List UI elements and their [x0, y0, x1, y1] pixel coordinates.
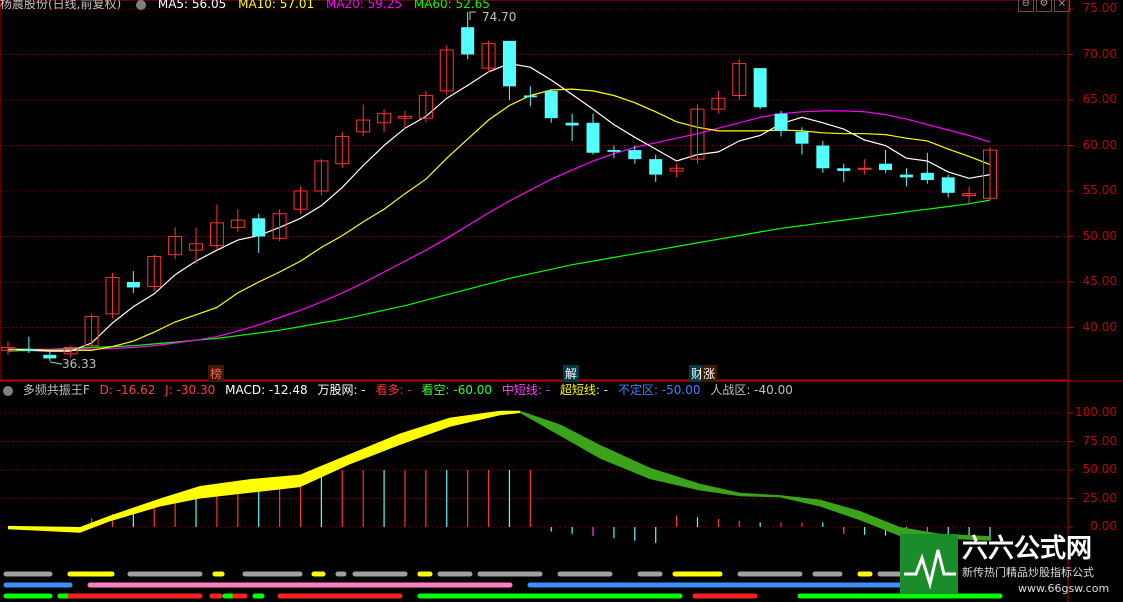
indicator-macd: MACD: -12.48: [225, 383, 308, 397]
ma10-label: MA10: 57.01: [238, 0, 315, 11]
low-annotation: 36.33: [62, 357, 97, 371]
candle-body-down: [628, 150, 642, 160]
candle-body-down: [899, 174, 913, 178]
candle-body-up: [857, 167, 872, 170]
indicator-chaoduan: 超短线: -: [559, 383, 609, 397]
green-band: [520, 410, 990, 541]
minimize-icon[interactable]: ⊖: [1018, 0, 1034, 12]
indicator-buding: 不定区: -50.00: [617, 383, 701, 397]
ma20-label: MA20: 59.25: [325, 0, 403, 11]
candle-body-down: [649, 159, 663, 175]
price-panel-frame: [0, 0, 1069, 381]
stock-title[interactable]: 杨農股份(日线,前复权): [0, 0, 121, 11]
low-arrow: [49, 361, 63, 365]
yellow-band: [8, 410, 520, 533]
indicator-kankong: 看空: -60.00: [421, 383, 493, 397]
candle-body-down: [920, 172, 934, 181]
price-axis-label: 65.00: [1082, 92, 1117, 106]
close-icon[interactable]: ×: [1054, 0, 1070, 12]
candle-body-down: [43, 354, 57, 359]
candle-body-down: [22, 349, 36, 352]
price-axis-label: 55.00: [1082, 183, 1117, 197]
ma20-line: [8, 110, 991, 350]
indicator-legend: 多频共振王F D: -16.62 J: -30.30 MACD: -12.48 …: [0, 381, 799, 397]
candle-body-down: [753, 68, 767, 108]
candle-body-down: [523, 95, 537, 98]
price-axis-label: 70.00: [1082, 46, 1117, 61]
indicator-zhongduan: 中短线: -: [501, 383, 551, 397]
price-axis-label: 75.00: [1082, 1, 1117, 15]
candle-body-down: [837, 168, 851, 171]
price-axis-label: 40.00: [1082, 319, 1117, 334]
event-marker-jie[interactable]: 解: [563, 365, 580, 382]
indicator-axis-label: 100.00: [1075, 405, 1117, 419]
indicator-name[interactable]: 多频共振王F: [23, 383, 90, 397]
candle-body-down: [461, 27, 475, 55]
candle-body-down: [252, 218, 266, 237]
candle-body-down: [816, 145, 830, 169]
candle-body-down: [879, 163, 893, 171]
ma60-label: MA60: 52.65: [413, 0, 490, 11]
logo-url: www.66gsw.com: [1018, 582, 1110, 595]
candle-body-down: [565, 122, 579, 126]
event-marker-bang[interactable]: 榜: [208, 365, 225, 382]
indicator-d: D: -16.62: [99, 383, 156, 397]
indicator-wanguwang: 万股网: -: [317, 383, 366, 397]
candle-body-down: [795, 131, 809, 144]
candle-body-down: [502, 40, 516, 87]
price-axis-label: 60.00: [1082, 137, 1117, 152]
logo-subtitle: 新传热门精品炒股指标公式: [962, 566, 1094, 579]
indicator-axis-label: 0.00: [1090, 519, 1117, 533]
indicator-settings-icon[interactable]: [3, 385, 13, 396]
ma5-label: MA5: 56.05: [157, 0, 227, 11]
indicator-axis-label: 75.00: [1082, 433, 1117, 448]
ma60-line: [7, 199, 991, 352]
indicator-axis-label: 50.00: [1082, 462, 1117, 476]
high-annotation: 74.70: [482, 10, 517, 24]
settings-circle-icon[interactable]: [136, 0, 147, 10]
price-axis-label: 50.00: [1082, 228, 1117, 243]
candle-body-down: [126, 282, 140, 288]
event-marker-zhang[interactable]: 涨: [701, 365, 718, 382]
candle-body-down: [544, 90, 558, 119]
candle-body-down: [586, 122, 600, 153]
price-axis-label: 45.00: [1082, 274, 1117, 288]
site-logo: 六六公式网 新传热门精品炒股指标公式 www.66gsw.com: [900, 532, 1115, 596]
candle-body-down: [774, 113, 788, 131]
indicator-j: J: -30.30: [165, 383, 216, 397]
indicator-renzhan: 人战区: -40.00: [710, 383, 793, 397]
indicator-axis-label: 25.00: [1082, 490, 1117, 505]
settings-icon[interactable]: ⚙: [1036, 0, 1052, 12]
indicator-kanduo: 看多: -: [375, 383, 412, 397]
price-legend: 杨農股份(日线,前复权) MA5: 56.05 MA10: 57.01 MA20…: [0, 0, 498, 11]
high-arrow: [469, 11, 476, 20]
logo-title: 六六公式网: [962, 534, 1093, 564]
chart-canvas: [0, 0, 1123, 602]
candle-body-down: [941, 177, 955, 193]
candle-body-down: [607, 150, 621, 152]
